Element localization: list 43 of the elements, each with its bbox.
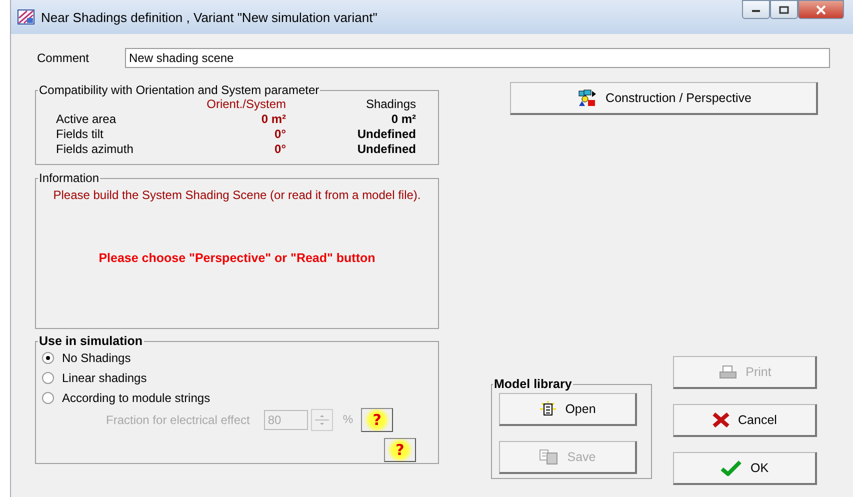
column-header: Shadings — [364, 97, 416, 111]
shadings-value: Undefined — [356, 127, 416, 141]
row-label: Fields tilt — [56, 127, 104, 141]
app-icon — [17, 9, 35, 25]
radio-option[interactable]: According to module strings — [42, 388, 430, 408]
open-button[interactable]: Open — [499, 393, 637, 426]
maximize-icon — [779, 6, 789, 14]
minimize-button[interactable] — [742, 0, 770, 19]
document-icon — [539, 401, 558, 417]
help-button[interactable]: ? — [384, 438, 416, 462]
orient-value: 0° — [274, 127, 286, 141]
maximize-button[interactable] — [770, 0, 798, 19]
row-label: Active area — [56, 112, 118, 126]
document-icon — [539, 449, 560, 465]
orient-value: 0° — [274, 142, 286, 156]
group-title: Model library — [493, 377, 573, 391]
shadings-value: Undefined — [356, 142, 416, 156]
shadings-value: 0 m² — [390, 112, 416, 126]
orient-value: 0 m² — [260, 112, 286, 126]
unit-label: % — [342, 414, 354, 426]
printer-icon — [718, 365, 738, 379]
construction-perspective-button[interactable]: Construction / Perspective — [510, 82, 818, 115]
check-icon — [720, 460, 742, 476]
window-title: Near Shadings definition , Variant "New simulation variant" — [41, 10, 378, 24]
close-button[interactable] — [798, 0, 844, 19]
cross-icon — [712, 412, 730, 428]
comment-field[interactable]: New shading scene — [125, 48, 830, 68]
group-title: Use in simulation — [38, 334, 144, 348]
close-icon — [815, 4, 827, 14]
radio-option[interactable]: Linear shadings — [42, 368, 430, 388]
info-message: Please build the System Shading Scene (or read it from a model file). — [52, 188, 422, 202]
ok-button[interactable]: OK — [673, 452, 817, 485]
row-label: Fields azimuth — [56, 142, 134, 156]
cancel-button[interactable]: Cancel — [673, 404, 817, 437]
fraction-label: Fraction for electrical effect — [106, 413, 250, 427]
group-title: Compatibility with Orientation and System parameter — [38, 83, 320, 97]
group-title: Information — [38, 171, 100, 185]
help-button[interactable]: ? — [361, 408, 394, 432]
warning-message: Please choose "Perspective" or "Read" button — [98, 251, 376, 265]
radio-option[interactable]: No Shadings — [42, 348, 430, 368]
shapes-icon — [576, 89, 598, 107]
comment-label: Comment — [36, 51, 90, 65]
column-header: Orient./System — [206, 97, 286, 111]
